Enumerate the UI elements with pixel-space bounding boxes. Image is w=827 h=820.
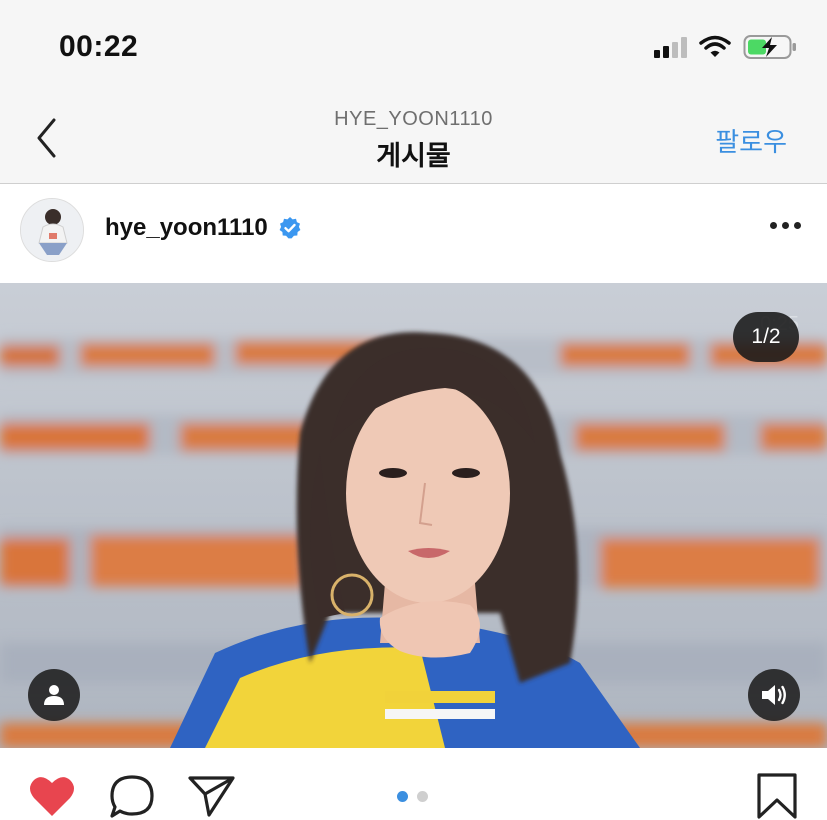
status-icons bbox=[654, 34, 797, 60]
comment-icon[interactable] bbox=[108, 774, 156, 820]
status-time: 00:22 bbox=[59, 30, 139, 63]
carousel-indicator bbox=[397, 791, 428, 802]
more-horizontal-icon bbox=[770, 222, 777, 229]
signal-icon bbox=[654, 36, 687, 58]
avatar-image bbox=[21, 199, 83, 261]
follow-button[interactable]: 팔로우 bbox=[715, 122, 787, 159]
battery-charging-icon bbox=[743, 35, 796, 59]
status-bar: 00:22 bbox=[0, 0, 827, 90]
more-options-button[interactable] bbox=[770, 222, 801, 229]
username-row: hye_yoon1110 bbox=[105, 214, 302, 242]
page-title: 게시물 bbox=[376, 141, 451, 171]
bookmark-icon[interactable] bbox=[755, 772, 799, 820]
post-media[interactable]: 0:25 1/2 bbox=[0, 283, 827, 748]
verified-badge-icon bbox=[279, 217, 301, 239]
sound-toggle-button[interactable] bbox=[748, 669, 800, 721]
avatar[interactable] bbox=[20, 198, 84, 262]
speaker-icon bbox=[762, 685, 786, 705]
nav-header: HYE_YOON1110 게시물 팔로우 bbox=[0, 90, 827, 184]
tagged-people-button[interactable] bbox=[28, 669, 80, 721]
video-frame bbox=[0, 283, 827, 748]
media-counter: 1/2 bbox=[733, 312, 799, 362]
account-handle: HYE_YOON1110 bbox=[334, 108, 493, 130]
carousel-dot bbox=[417, 791, 428, 802]
action-bar bbox=[0, 748, 827, 820]
carousel-dot-active bbox=[397, 791, 408, 802]
heart-icon[interactable] bbox=[28, 774, 76, 818]
wifi-icon bbox=[699, 35, 731, 57]
post-header: hye_yoon1110 bbox=[0, 184, 827, 283]
person-icon bbox=[44, 685, 64, 705]
username[interactable]: hye_yoon1110 bbox=[105, 214, 268, 242]
send-icon[interactable] bbox=[187, 774, 237, 818]
